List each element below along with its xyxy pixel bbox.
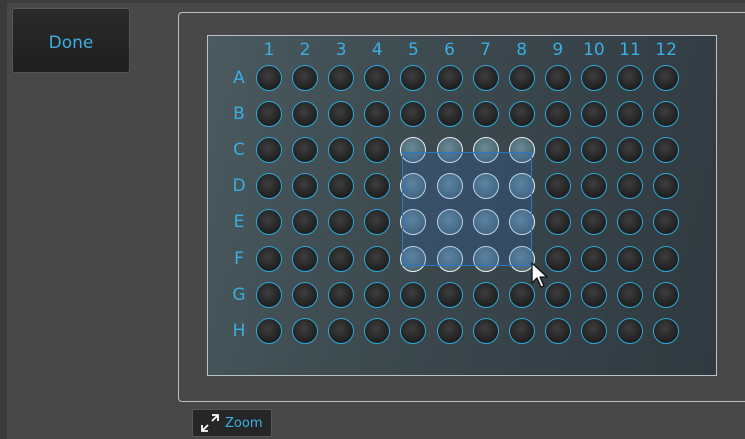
column-label[interactable]: 9 — [543, 40, 573, 60]
well[interactable] — [544, 209, 571, 236]
column-label[interactable]: 11 — [615, 40, 645, 60]
well[interactable] — [580, 281, 607, 308]
column-label[interactable]: 4 — [362, 40, 392, 60]
well[interactable] — [508, 65, 535, 91]
well[interactable] — [653, 101, 680, 128]
well[interactable] — [653, 317, 680, 344]
well[interactable] — [508, 209, 535, 236]
column-label[interactable]: 12 — [651, 40, 681, 60]
expand-arrows-icon — [201, 414, 219, 432]
well[interactable] — [436, 137, 463, 164]
well[interactable] — [436, 101, 463, 128]
row-label[interactable]: G — [231, 285, 247, 305]
row-label[interactable]: B — [231, 104, 247, 124]
well[interactable] — [256, 65, 282, 91]
well[interactable] — [328, 65, 355, 91]
well[interactable] — [653, 65, 680, 91]
well[interactable] — [292, 101, 319, 128]
well[interactable] — [544, 317, 571, 344]
well[interactable] — [292, 245, 319, 272]
row-label[interactable]: E — [231, 212, 247, 232]
well[interactable] — [292, 281, 319, 308]
well[interactable] — [292, 65, 319, 91]
well[interactable] — [508, 101, 535, 128]
well[interactable] — [400, 281, 427, 308]
well[interactable] — [256, 317, 282, 344]
well[interactable] — [617, 281, 643, 308]
well[interactable] — [436, 281, 463, 308]
well[interactable] — [653, 281, 680, 308]
well[interactable] — [436, 317, 463, 344]
well[interactable] — [436, 173, 463, 200]
well[interactable] — [617, 317, 643, 344]
well[interactable] — [544, 173, 571, 200]
well[interactable] — [617, 245, 643, 272]
row-label[interactable]: D — [231, 176, 247, 196]
well[interactable] — [400, 317, 427, 344]
mouse-cursor-icon — [531, 262, 548, 288]
column-label[interactable]: 3 — [326, 40, 356, 60]
well[interactable] — [653, 245, 680, 272]
well[interactable] — [508, 137, 535, 164]
well[interactable] — [328, 245, 355, 272]
well[interactable] — [436, 65, 463, 91]
done-button-label: Done — [48, 33, 94, 53]
well[interactable] — [436, 245, 463, 272]
well[interactable] — [617, 101, 643, 128]
well[interactable] — [256, 101, 282, 128]
well[interactable] — [544, 65, 571, 91]
row-label[interactable]: A — [231, 68, 247, 88]
well[interactable] — [364, 245, 391, 272]
well[interactable] — [617, 65, 643, 91]
left-edge — [0, 0, 7, 439]
well[interactable] — [472, 245, 499, 272]
well[interactable] — [580, 317, 607, 344]
column-label[interactable]: 6 — [435, 40, 465, 60]
well[interactable] — [544, 101, 571, 128]
well[interactable] — [328, 281, 355, 308]
well[interactable] — [472, 281, 499, 308]
well[interactable] — [472, 317, 499, 344]
zoom-button-label: Zoom — [225, 415, 263, 431]
well[interactable] — [580, 65, 607, 91]
column-label[interactable]: 7 — [471, 40, 501, 60]
well[interactable] — [328, 317, 355, 344]
column-label[interactable]: 2 — [290, 40, 320, 60]
well[interactable] — [580, 245, 607, 272]
well[interactable] — [256, 281, 282, 308]
well[interactable] — [508, 317, 535, 344]
done-button[interactable]: Done — [12, 8, 130, 73]
well[interactable] — [580, 137, 607, 164]
row-label[interactable]: H — [231, 321, 247, 341]
well[interactable] — [472, 173, 499, 200]
zoom-button[interactable]: Zoom — [192, 409, 272, 437]
well[interactable] — [472, 137, 499, 164]
well[interactable] — [256, 245, 282, 272]
well[interactable] — [472, 209, 499, 236]
well[interactable] — [472, 65, 499, 91]
well[interactable] — [292, 317, 319, 344]
column-label[interactable]: 1 — [254, 40, 284, 60]
column-label[interactable]: 10 — [579, 40, 609, 60]
well[interactable] — [364, 281, 391, 308]
well[interactable] — [617, 137, 643, 164]
well[interactable] — [256, 137, 282, 164]
column-label[interactable]: 5 — [398, 40, 428, 60]
well[interactable] — [580, 101, 607, 128]
well[interactable] — [580, 173, 607, 200]
well[interactable] — [508, 173, 535, 200]
well[interactable] — [400, 245, 427, 272]
row-label[interactable]: C — [231, 140, 247, 160]
row-label[interactable]: F — [231, 249, 247, 269]
well[interactable] — [436, 209, 463, 236]
column-label[interactable]: 8 — [507, 40, 537, 60]
well[interactable] — [364, 317, 391, 344]
well[interactable] — [544, 137, 571, 164]
well[interactable] — [472, 101, 499, 128]
top-edge — [0, 0, 745, 3]
